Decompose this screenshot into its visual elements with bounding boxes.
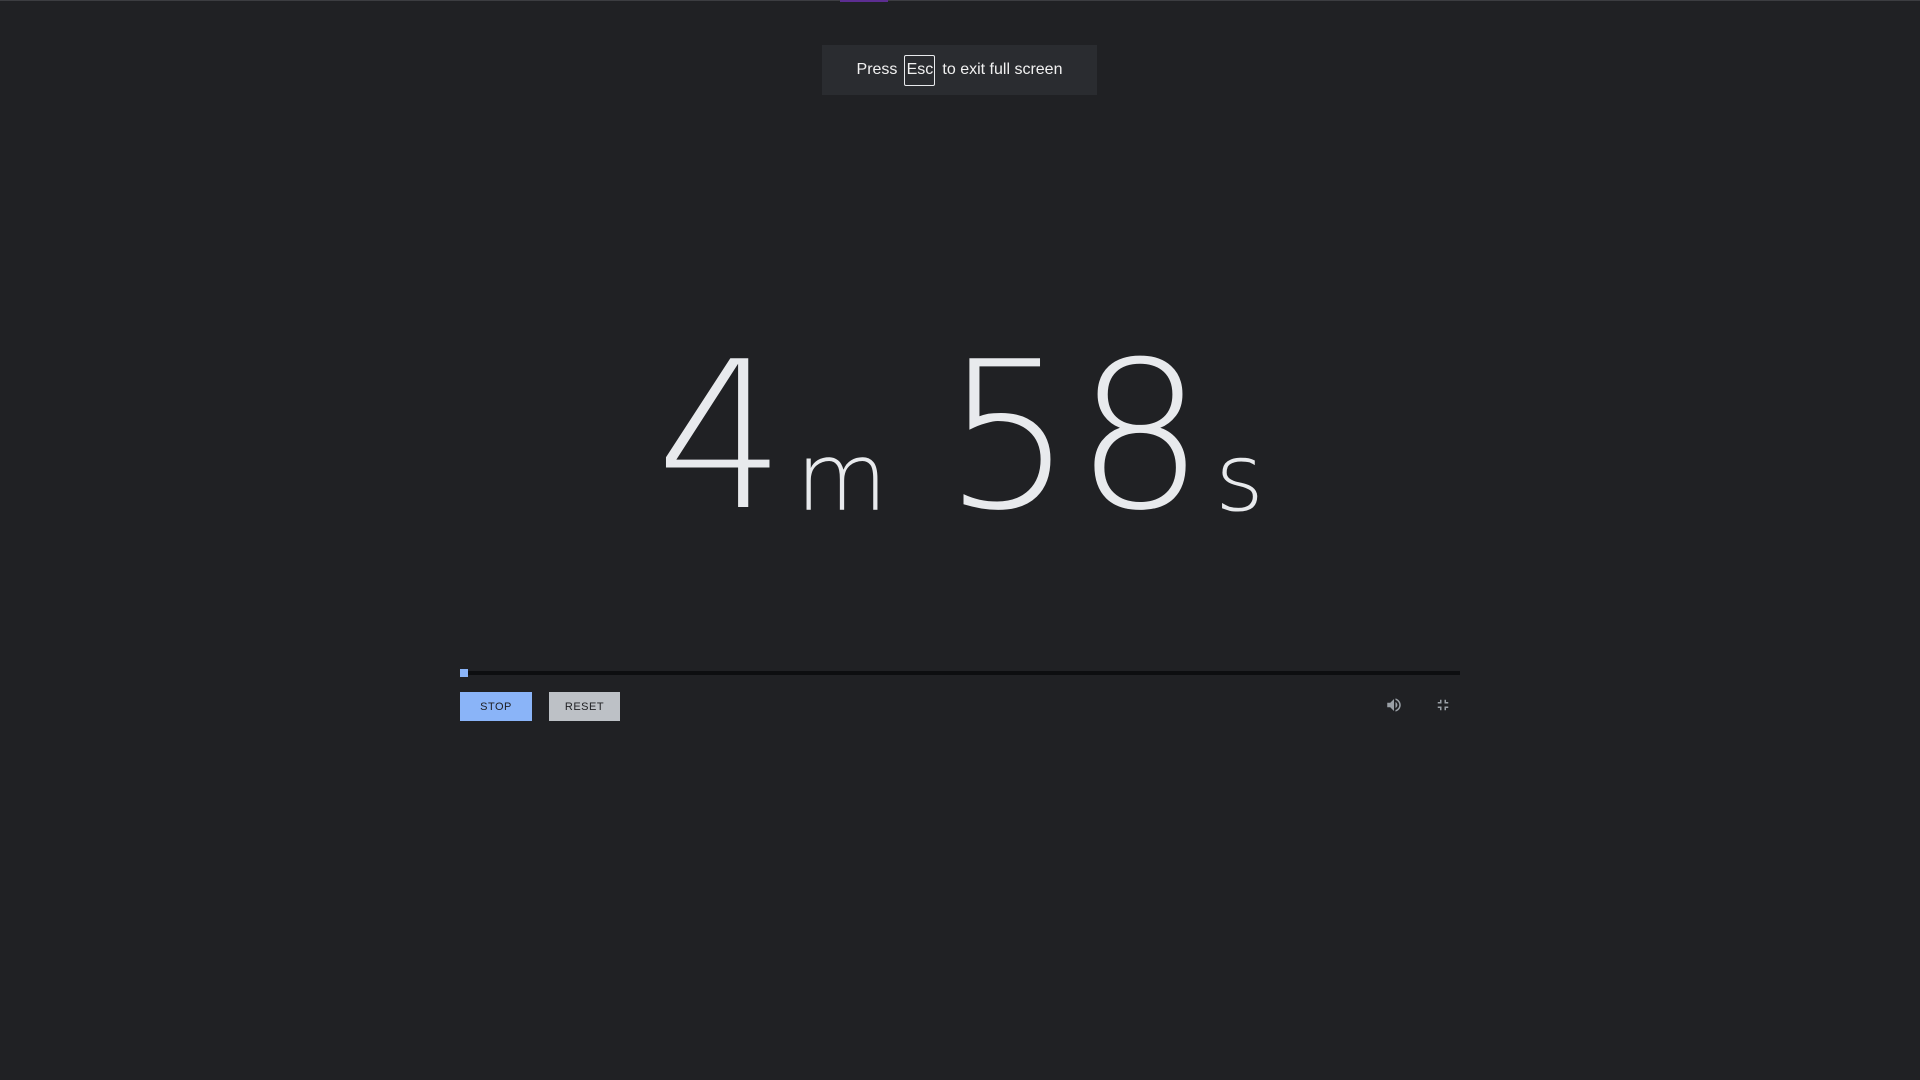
volume-button[interactable] bbox=[1381, 692, 1407, 718]
exit-fullscreen-toast: Press Esc to exit full screen bbox=[822, 45, 1097, 95]
countdown-display: 4 m 58 s bbox=[0, 330, 1920, 540]
timer-progress-fill bbox=[460, 669, 468, 677]
toast-press-text: Press bbox=[856, 61, 898, 78]
toast-message-text: to exit full screen bbox=[942, 61, 1063, 78]
exit-fullscreen-button[interactable] bbox=[1430, 692, 1456, 718]
reset-button[interactable]: RESET bbox=[549, 692, 620, 721]
timer-fullscreen-view: Press Esc to exit full screen 4 m 58 s S… bbox=[0, 0, 1920, 1080]
exit-fullscreen-icon bbox=[1437, 699, 1449, 711]
top-accent-bar bbox=[840, 0, 888, 2]
minutes-value: 4 bbox=[656, 319, 788, 556]
volume-icon bbox=[1387, 698, 1401, 712]
stop-button[interactable]: STOP bbox=[460, 692, 532, 721]
top-edge-line bbox=[0, 0, 1920, 1]
minutes-unit: m bbox=[795, 424, 888, 533]
seconds-unit: s bbox=[1214, 424, 1264, 533]
timer-progress-bar[interactable] bbox=[460, 669, 1460, 677]
seconds-value: 58 bbox=[943, 319, 1207, 556]
esc-key-badge: Esc bbox=[904, 54, 936, 86]
